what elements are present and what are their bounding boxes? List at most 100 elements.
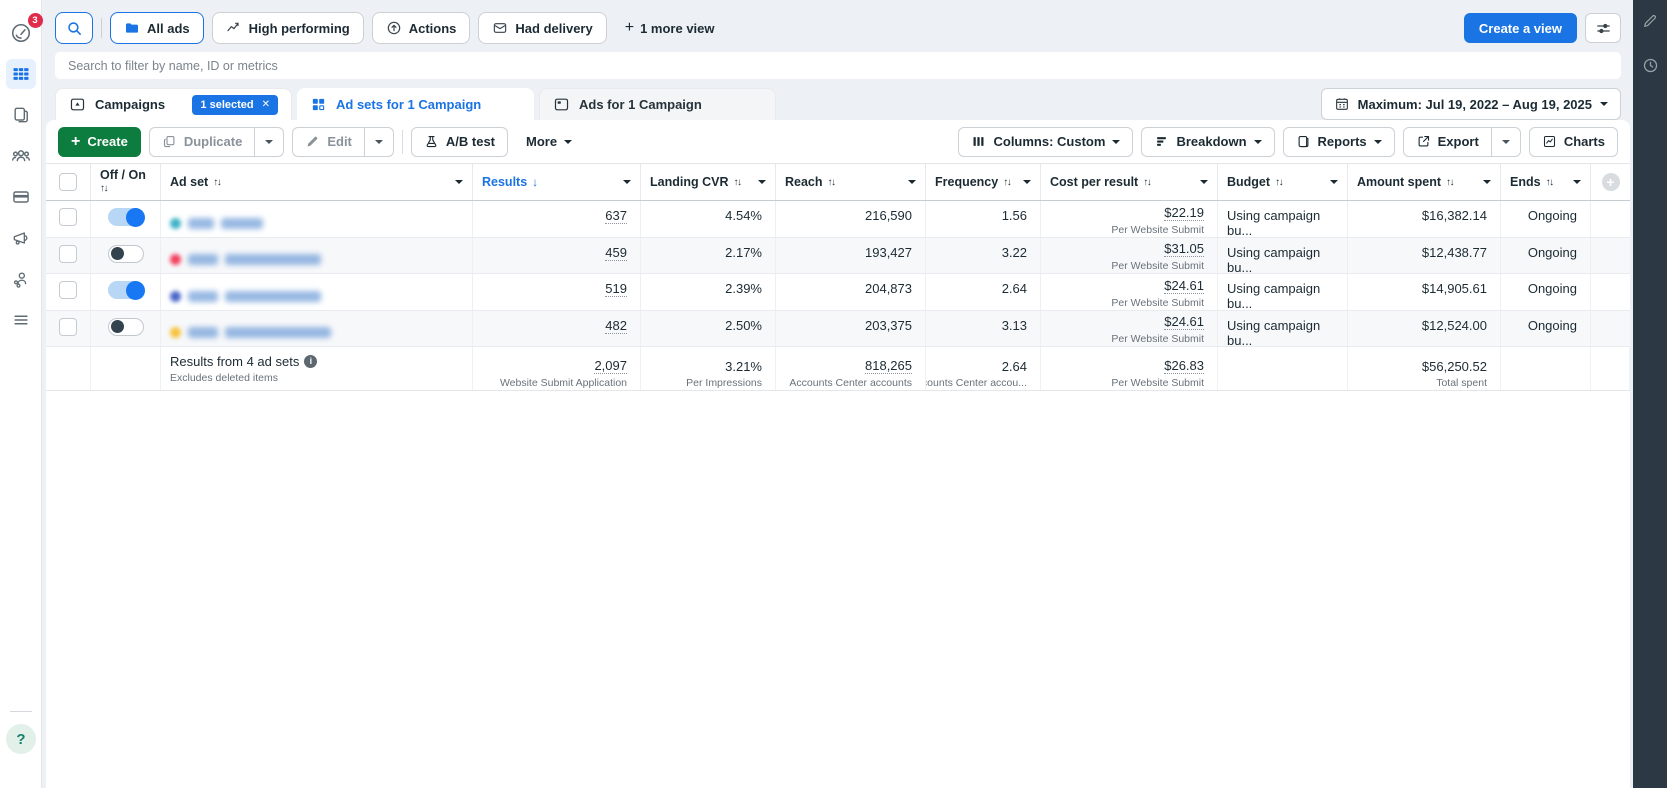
sidebar-item-campaigns[interactable] bbox=[6, 59, 36, 89]
summary-reach[interactable]: 818,265 bbox=[865, 359, 912, 374]
sidebar-item-account-overview[interactable]: 3 bbox=[6, 18, 36, 48]
ad-set-name-redacted[interactable] bbox=[161, 274, 473, 310]
megaphone-icon bbox=[11, 228, 31, 248]
campaigns-table-icon bbox=[11, 64, 31, 84]
cell-ends: Ongoing bbox=[1528, 318, 1577, 333]
search-input[interactable] bbox=[55, 52, 1621, 79]
cell-reach: 203,375 bbox=[865, 318, 912, 333]
column-header-budget[interactable]: Budget ↑↓ bbox=[1218, 164, 1348, 200]
create-a-view-button[interactable]: Create a view bbox=[1464, 13, 1577, 43]
cell-cost-per-result[interactable]: $31.05 bbox=[1164, 242, 1204, 257]
reports-button[interactable]: Reports bbox=[1283, 127, 1395, 157]
edit-button[interactable]: Edit bbox=[293, 128, 364, 156]
ad-set-name-redacted[interactable] bbox=[161, 238, 473, 274]
view-pill-had-delivery[interactable]: Had delivery bbox=[478, 12, 606, 44]
cell-ends: Ongoing bbox=[1528, 208, 1577, 223]
more-views-button[interactable]: + 1 more view bbox=[615, 12, 725, 44]
column-header-amount-spent[interactable]: Amount spent ↑↓ bbox=[1348, 164, 1501, 200]
add-column-button[interactable]: + bbox=[1602, 173, 1620, 191]
duplicate-button[interactable]: Duplicate bbox=[150, 128, 255, 156]
cell-cost-per-result[interactable]: $22.19 bbox=[1164, 206, 1204, 221]
selected-filter-badge[interactable]: 1 selected ✕ bbox=[192, 95, 278, 115]
table-row: 459 2.17% 193,427 3.22 $31.05Per Website… bbox=[46, 238, 1630, 275]
column-header-landing-cvr[interactable]: Landing CVR ↑↓ bbox=[641, 164, 776, 200]
divider bbox=[402, 130, 403, 154]
duplicate-dropdown-button[interactable] bbox=[254, 128, 283, 156]
ad-set-toggle[interactable] bbox=[108, 208, 144, 226]
view-pill-actions[interactable]: Actions bbox=[372, 12, 471, 44]
breakdown-button[interactable]: Breakdown bbox=[1141, 127, 1274, 157]
columns-button[interactable]: Columns: Custom bbox=[958, 127, 1133, 157]
tab-campaigns[interactable]: Campaigns 1 selected ✕ bbox=[55, 88, 292, 120]
plus-icon: + bbox=[71, 133, 80, 151]
cell-results[interactable]: 482 bbox=[605, 318, 627, 334]
ad-set-toggle[interactable] bbox=[108, 281, 144, 299]
flask-icon bbox=[424, 134, 439, 149]
sidebar-item-billing[interactable] bbox=[6, 182, 36, 212]
sidebar-item-all-tools[interactable] bbox=[6, 305, 36, 335]
column-header-reach[interactable]: Reach ↑↓ bbox=[776, 164, 926, 200]
question-mark-icon: ? bbox=[16, 731, 25, 748]
ab-test-button[interactable]: A/B test bbox=[411, 127, 508, 157]
tab-ads[interactable]: Ads for 1 Campaign bbox=[539, 88, 776, 120]
select-all-checkbox[interactable] bbox=[59, 173, 77, 191]
row-checkbox[interactable] bbox=[59, 281, 77, 299]
charts-button[interactable]: Charts bbox=[1529, 127, 1618, 157]
column-header-frequency[interactable]: Frequency ↑↓ bbox=[926, 164, 1041, 200]
cell-budget: Using campaign bu... bbox=[1227, 245, 1338, 274]
table-header-row: Off / On ↑↓ Ad set ↑↓ Results ↓ Landing … bbox=[46, 163, 1630, 201]
cell-cost-per-result[interactable]: $24.61 bbox=[1164, 315, 1204, 330]
close-icon[interactable]: ✕ bbox=[262, 99, 270, 110]
export-button[interactable]: Export bbox=[1404, 128, 1491, 156]
summary-subtitle: Excludes deleted items bbox=[170, 371, 317, 386]
cell-cost-per-result[interactable]: $24.61 bbox=[1164, 279, 1204, 294]
view-pill-all-ads[interactable]: All ads bbox=[110, 12, 204, 44]
column-header-ends[interactable]: Ends ↑↓ bbox=[1501, 164, 1591, 200]
column-header-off-on[interactable]: Off / On ↑↓ bbox=[91, 164, 161, 200]
help-button[interactable]: ? bbox=[6, 724, 36, 754]
cell-results[interactable]: 519 bbox=[605, 281, 627, 297]
more-button[interactable]: More bbox=[516, 127, 582, 157]
date-range-picker[interactable]: Maximum: Jul 19, 2022 – Aug 19, 2025 bbox=[1321, 88, 1621, 120]
column-header-results[interactable]: Results ↓ bbox=[473, 164, 641, 200]
summary-cost-per-result[interactable]: $26.83 bbox=[1164, 359, 1204, 374]
tab-ad-sets[interactable]: Ad sets for 1 Campaign bbox=[297, 88, 534, 120]
sort-down-icon: ↓ bbox=[532, 175, 538, 189]
sort-arrows-icon: ↑↓ bbox=[828, 177, 835, 188]
sliders-icon bbox=[1595, 20, 1612, 37]
edit-dropdown-button[interactable] bbox=[364, 128, 393, 156]
hamburger-menu-icon bbox=[11, 310, 31, 330]
chart-icon bbox=[1542, 134, 1557, 149]
clock-icon bbox=[1642, 57, 1659, 74]
toggle-knob bbox=[111, 247, 124, 260]
cell-landing-cvr: 2.39% bbox=[725, 281, 762, 296]
cell-results[interactable]: 637 bbox=[605, 208, 627, 224]
cell-results[interactable]: 459 bbox=[605, 245, 627, 261]
ad-set-name-redacted[interactable] bbox=[161, 201, 473, 237]
cell-amount-spent: $14,905.61 bbox=[1422, 281, 1487, 296]
recent-activity-button[interactable] bbox=[1639, 54, 1661, 76]
sidebar-item-business-assets[interactable] bbox=[6, 264, 36, 294]
search-button[interactable] bbox=[55, 12, 93, 44]
view-pill-high-performing[interactable]: High performing bbox=[212, 12, 364, 44]
sidebar-item-pages[interactable] bbox=[6, 100, 36, 130]
edit-panel-button[interactable] bbox=[1639, 10, 1661, 32]
summary-results[interactable]: 2,097 bbox=[594, 359, 627, 374]
sidebar-item-advertise[interactable] bbox=[6, 223, 36, 253]
column-header-ad-set[interactable]: Ad set ↑↓ bbox=[161, 164, 473, 200]
sidebar-item-audiences[interactable] bbox=[6, 141, 36, 171]
ad-set-name-redacted[interactable] bbox=[161, 311, 473, 347]
view-settings-button[interactable] bbox=[1585, 13, 1621, 43]
chevron-down-icon bbox=[1573, 180, 1581, 184]
info-icon[interactable]: i bbox=[304, 355, 317, 368]
row-checkbox[interactable] bbox=[59, 245, 77, 263]
row-checkbox[interactable] bbox=[59, 208, 77, 226]
column-header-cost-per-result[interactable]: Cost per result ↑↓ bbox=[1041, 164, 1218, 200]
duplicate-split-button: Duplicate bbox=[149, 127, 285, 157]
ad-set-toggle[interactable] bbox=[108, 318, 144, 336]
summary-landing-cvr: 3.21% bbox=[725, 360, 762, 374]
create-button[interactable]: + Create bbox=[58, 127, 141, 157]
export-dropdown-button[interactable] bbox=[1491, 128, 1520, 156]
row-checkbox[interactable] bbox=[59, 318, 77, 336]
ad-set-toggle[interactable] bbox=[108, 245, 144, 263]
